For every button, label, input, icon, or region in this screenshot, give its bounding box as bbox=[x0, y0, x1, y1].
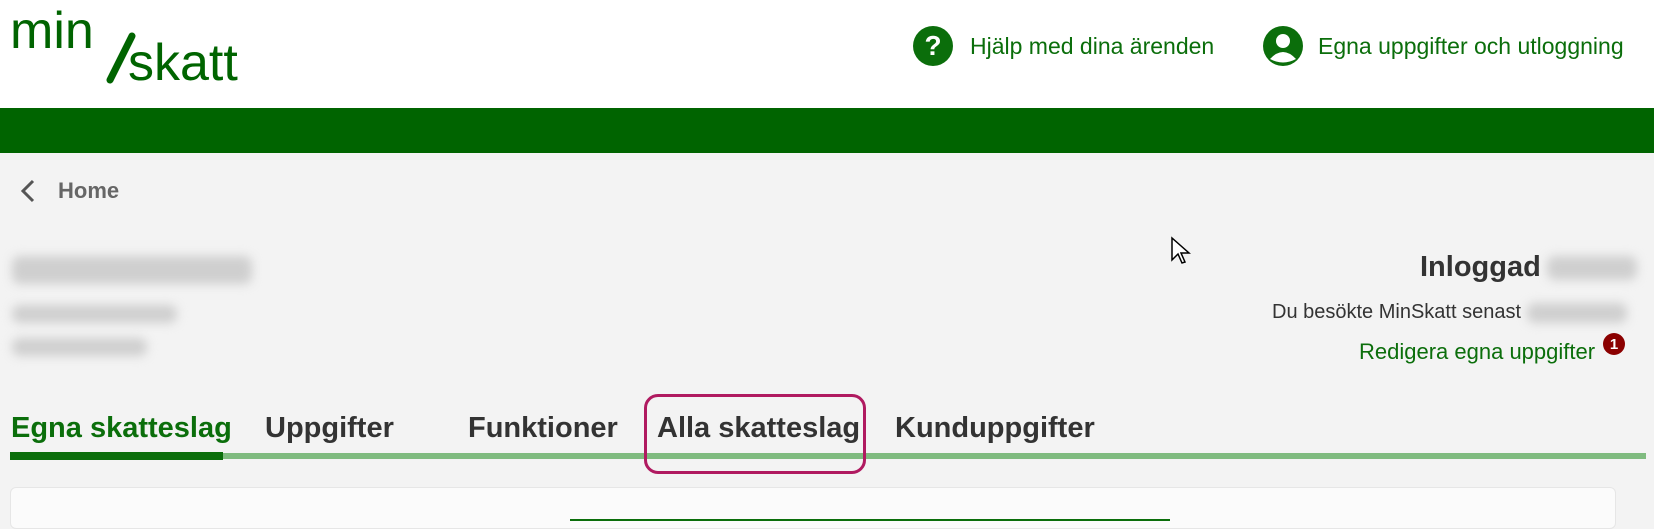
breadcrumb[interactable]: Home bbox=[20, 176, 119, 206]
active-tab-underline bbox=[10, 452, 223, 460]
minskatt-logo[interactable]: min skatt bbox=[10, 6, 260, 86]
last-visit-info: Du besökte MinSkatt senast bbox=[1272, 301, 1628, 324]
logged-in-label: Inloggad bbox=[1420, 251, 1541, 283]
login-info: Inloggad bbox=[1420, 251, 1637, 284]
svg-text:?: ? bbox=[924, 30, 941, 61]
question-circle-icon: ? bbox=[913, 26, 953, 66]
redacted-user-details bbox=[12, 305, 177, 323]
svg-text:min: min bbox=[10, 6, 94, 60]
help-link[interactable]: ? Hjälp med dina ärenden bbox=[913, 26, 1214, 66]
tab-highlight-frame bbox=[644, 394, 866, 474]
mouse-cursor-icon bbox=[1171, 236, 1191, 264]
redacted-user-id bbox=[12, 338, 147, 356]
last-visit-label: Du besökte MinSkatt senast bbox=[1272, 301, 1522, 323]
user-account-link-label: Egna uppgifter och utloggning bbox=[1318, 32, 1624, 59]
redacted-username bbox=[1546, 255, 1637, 280]
chevron-left-icon bbox=[20, 179, 35, 203]
breadcrumb-home: Home bbox=[58, 178, 120, 203]
redacted-last-visit-date bbox=[1527, 302, 1628, 323]
tab-egna-skatteslag[interactable]: Egna skatteslag bbox=[11, 412, 232, 445]
tab-kunduppgifter[interactable]: Kunduppgifter bbox=[895, 412, 1095, 445]
tab-uppgifter[interactable]: Uppgifter bbox=[265, 412, 394, 445]
green-banner bbox=[0, 108, 1654, 153]
top-header: min skatt ? Hjälp med dina ärenden Egna … bbox=[0, 0, 1654, 108]
edit-own-details-link[interactable]: Redigera egna uppgifter 1 bbox=[1359, 333, 1626, 365]
redacted-user-name bbox=[12, 256, 252, 284]
user-account-link[interactable]: Egna uppgifter och utloggning bbox=[1263, 26, 1624, 66]
help-link-label: Hjälp med dina ärenden bbox=[970, 32, 1215, 59]
notification-badge: 1 bbox=[1603, 333, 1626, 355]
edit-own-details-label: Redigera egna uppgifter bbox=[1359, 339, 1596, 364]
tab-funktioner[interactable]: Funktioner bbox=[468, 412, 618, 445]
svg-text:skatt: skatt bbox=[128, 34, 238, 86]
user-circle-icon bbox=[1263, 26, 1303, 66]
content-card bbox=[10, 487, 1616, 529]
